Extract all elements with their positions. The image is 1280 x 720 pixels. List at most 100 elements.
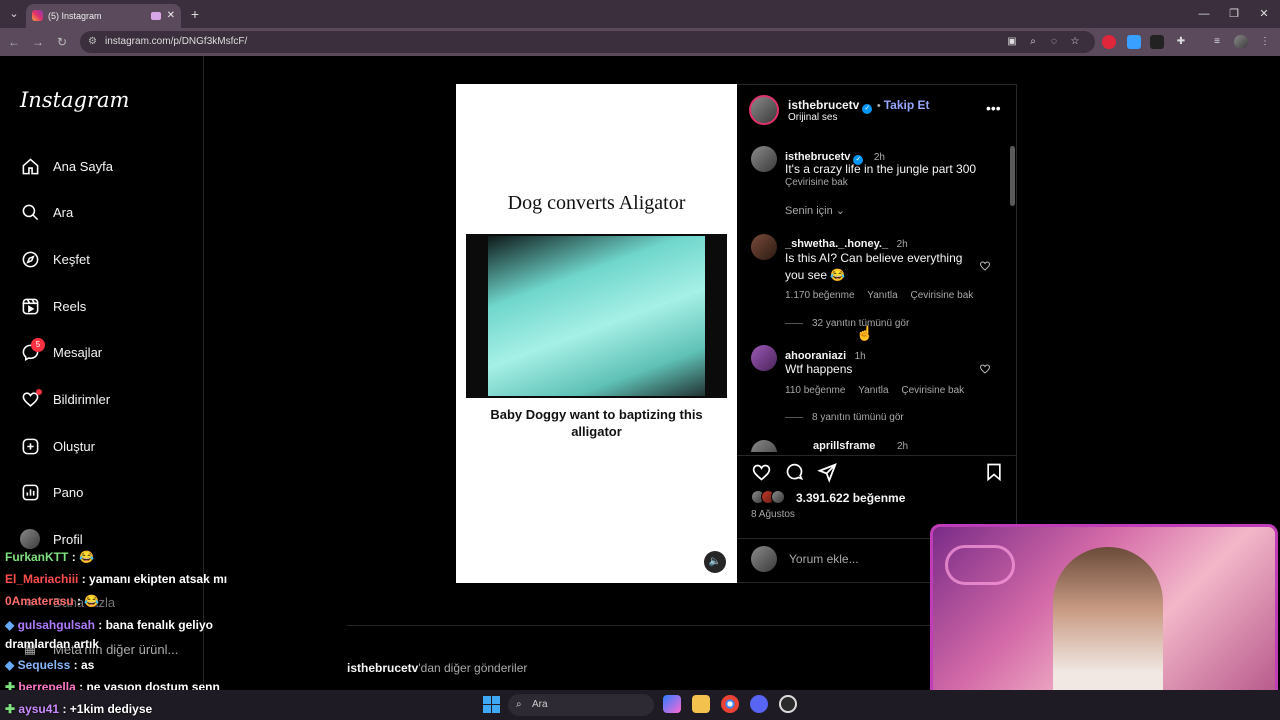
comment-like-icon[interactable] bbox=[979, 259, 991, 277]
instagram-favicon-icon bbox=[32, 10, 43, 21]
chat-text: : 😂 bbox=[77, 594, 100, 608]
comment-avatar[interactable] bbox=[751, 345, 777, 371]
chat-message: FurkanKTT : 😂 bbox=[5, 550, 94, 564]
author-username[interactable]: isthebrucetv bbox=[788, 98, 859, 112]
sidebar-item-home[interactable]: Ana Sayfa bbox=[20, 154, 200, 178]
liker-avatar bbox=[771, 490, 785, 504]
minimize-button[interactable]: — bbox=[1194, 0, 1214, 28]
tab-search-icon[interactable]: ≡ bbox=[1210, 35, 1224, 49]
sort-label: Senin için bbox=[785, 205, 833, 217]
translate-link[interactable]: Çevirisine bak bbox=[910, 290, 973, 301]
sidebar-item-reels[interactable]: Reels bbox=[20, 294, 200, 318]
chat-username: El_Mariachiii bbox=[5, 572, 79, 586]
separator-dot: • bbox=[876, 100, 884, 112]
chat-badge-icon: ◆ bbox=[5, 618, 15, 632]
tab-search-chevron-icon[interactable]: ⌄ bbox=[4, 0, 24, 28]
tab-audio-icon[interactable] bbox=[151, 12, 161, 20]
windows-start-icon[interactable] bbox=[483, 696, 500, 713]
copilot-icon[interactable] bbox=[663, 695, 681, 713]
profile-avatar[interactable] bbox=[1234, 35, 1248, 49]
author-avatar[interactable] bbox=[749, 95, 779, 125]
address-toolbar: ← → ↻ ⚙ instagram.com/p/DNGf3kMsfcF/ ▣ ⌕… bbox=[0, 28, 1280, 56]
site-info-icon[interactable]: ⚙ bbox=[88, 31, 97, 53]
more-options-icon[interactable]: ••• bbox=[986, 100, 1001, 116]
view-replies[interactable]: 8 yanıtın tümünü gör bbox=[785, 412, 904, 423]
notification-dot bbox=[36, 389, 42, 395]
view-replies[interactable]: 32 yanıtın tümünü gör bbox=[785, 318, 909, 329]
file-explorer-icon[interactable] bbox=[692, 695, 710, 713]
extensions-puzzle-icon[interactable]: ✚ bbox=[1174, 35, 1188, 49]
like-icon[interactable] bbox=[751, 462, 772, 488]
eye-slash-icon[interactable]: ◌ bbox=[1047, 35, 1061, 49]
like-count[interactable]: 3.391.622 beğenme bbox=[796, 491, 905, 505]
comment-meta: 1.170 beğenme Yanıtla Çevirisine bak bbox=[785, 290, 973, 301]
audio-label[interactable]: Orijinal ses bbox=[788, 112, 837, 123]
extension-red-icon[interactable] bbox=[1102, 35, 1116, 49]
window-close-button[interactable]: ✕ bbox=[1254, 0, 1274, 28]
sidebar-item-notifications[interactable]: Bildirimler bbox=[20, 387, 200, 411]
comment-username[interactable]: _shwetha._.honey._ bbox=[785, 238, 888, 250]
share-icon[interactable] bbox=[817, 462, 838, 488]
more-posts-author[interactable]: isthebrucetv bbox=[347, 661, 418, 675]
comment-likes[interactable]: 110 beğenme bbox=[785, 385, 845, 396]
sound-toggle-icon[interactable]: 🔈 bbox=[704, 551, 726, 573]
bookmark-star-icon[interactable]: ☆ bbox=[1068, 35, 1082, 49]
translate-link[interactable]: Çevirisine bak bbox=[785, 177, 848, 188]
comment-icon[interactable] bbox=[784, 462, 805, 488]
discord-icon[interactable] bbox=[750, 695, 768, 713]
translate-link[interactable]: Çevirisine bak bbox=[901, 385, 964, 396]
reply-button[interactable]: Yanıtla bbox=[867, 290, 897, 301]
install-app-icon[interactable]: ▣ bbox=[1005, 35, 1019, 49]
comment-input[interactable]: Yorum ekle... bbox=[789, 552, 859, 566]
sidebar-item-label: Pano bbox=[53, 484, 84, 500]
chat-username: 0Amaterasu bbox=[5, 594, 74, 608]
taskbar-search[interactable]: ⌕ Ara bbox=[508, 694, 654, 716]
neon-sign bbox=[945, 545, 1015, 585]
extension-blue-icon[interactable] bbox=[1127, 35, 1141, 49]
reload-icon[interactable]: ↻ bbox=[53, 28, 71, 56]
extension-dark-icon[interactable] bbox=[1150, 35, 1164, 49]
comment-time: 2h bbox=[896, 239, 908, 250]
new-tab-button[interactable]: + bbox=[185, 0, 205, 28]
home-icon bbox=[20, 156, 40, 176]
sort-dropdown[interactable]: Senin için ⌄ bbox=[785, 204, 845, 217]
media-image bbox=[466, 234, 727, 398]
sidebar-item-dashboard[interactable]: Pano bbox=[20, 480, 200, 504]
sidebar-item-create[interactable]: Oluştur bbox=[20, 434, 200, 458]
back-arrow-icon[interactable]: ← bbox=[5, 28, 23, 56]
sidebar-item-profile[interactable]: Profil bbox=[20, 527, 200, 551]
maximize-button[interactable]: ❐ bbox=[1224, 0, 1244, 28]
mouse-cursor-icon: ☝ bbox=[856, 325, 874, 341]
instagram-logo[interactable]: Instagram bbox=[20, 88, 129, 112]
comment-avatar[interactable] bbox=[751, 440, 777, 452]
comment-meta: 110 beğenme Yanıtla Çevirisine bak bbox=[785, 385, 964, 396]
chat-username: Sequelss bbox=[17, 658, 71, 672]
menu-kebab-icon[interactable]: ⋮ bbox=[1258, 35, 1272, 49]
zoom-icon[interactable]: ⌕ bbox=[1026, 35, 1040, 49]
chrome-icon[interactable] bbox=[721, 695, 739, 713]
profile-avatar bbox=[20, 529, 40, 549]
sidebar-item-search[interactable]: Ara bbox=[20, 200, 200, 224]
scrollbar-thumb[interactable] bbox=[1010, 146, 1015, 206]
caption-avatar[interactable] bbox=[751, 146, 777, 172]
comment-likes[interactable]: 1.170 beğenme bbox=[785, 290, 855, 301]
comment-username[interactable]: aprillsframe bbox=[813, 440, 875, 452]
browser-tab-instagram[interactable]: (5) Instagram ✕ bbox=[26, 4, 181, 28]
comment-like-icon[interactable] bbox=[979, 362, 991, 380]
follow-button[interactable]: Takip Et bbox=[884, 98, 930, 112]
reply-button[interactable]: Yanıtla bbox=[858, 385, 888, 396]
tab-close-icon[interactable]: ✕ bbox=[167, 4, 175, 28]
comment-avatar[interactable] bbox=[751, 234, 777, 260]
obs-icon[interactable] bbox=[779, 695, 797, 713]
post-date: 8 Ağustos bbox=[751, 509, 795, 520]
caption-text: It's a crazy life in the jungle part 300 bbox=[785, 162, 977, 176]
plus-square-icon bbox=[20, 436, 40, 456]
forward-arrow-icon[interactable]: → bbox=[29, 28, 47, 56]
save-bookmark-icon[interactable] bbox=[984, 462, 1004, 487]
sidebar-item-explore[interactable]: Keşfet bbox=[20, 247, 200, 271]
tab-title: (5) Instagram bbox=[48, 11, 102, 21]
url-field[interactable]: ⚙ instagram.com/p/DNGf3kMsfcF/ bbox=[80, 31, 1095, 53]
sidebar-item-messages[interactable]: Mesajlar bbox=[20, 340, 200, 364]
more-posts-heading: isthebrucetv'dan diğer gönderiler bbox=[347, 661, 527, 675]
sidebar-item-label: Reels bbox=[53, 298, 87, 314]
